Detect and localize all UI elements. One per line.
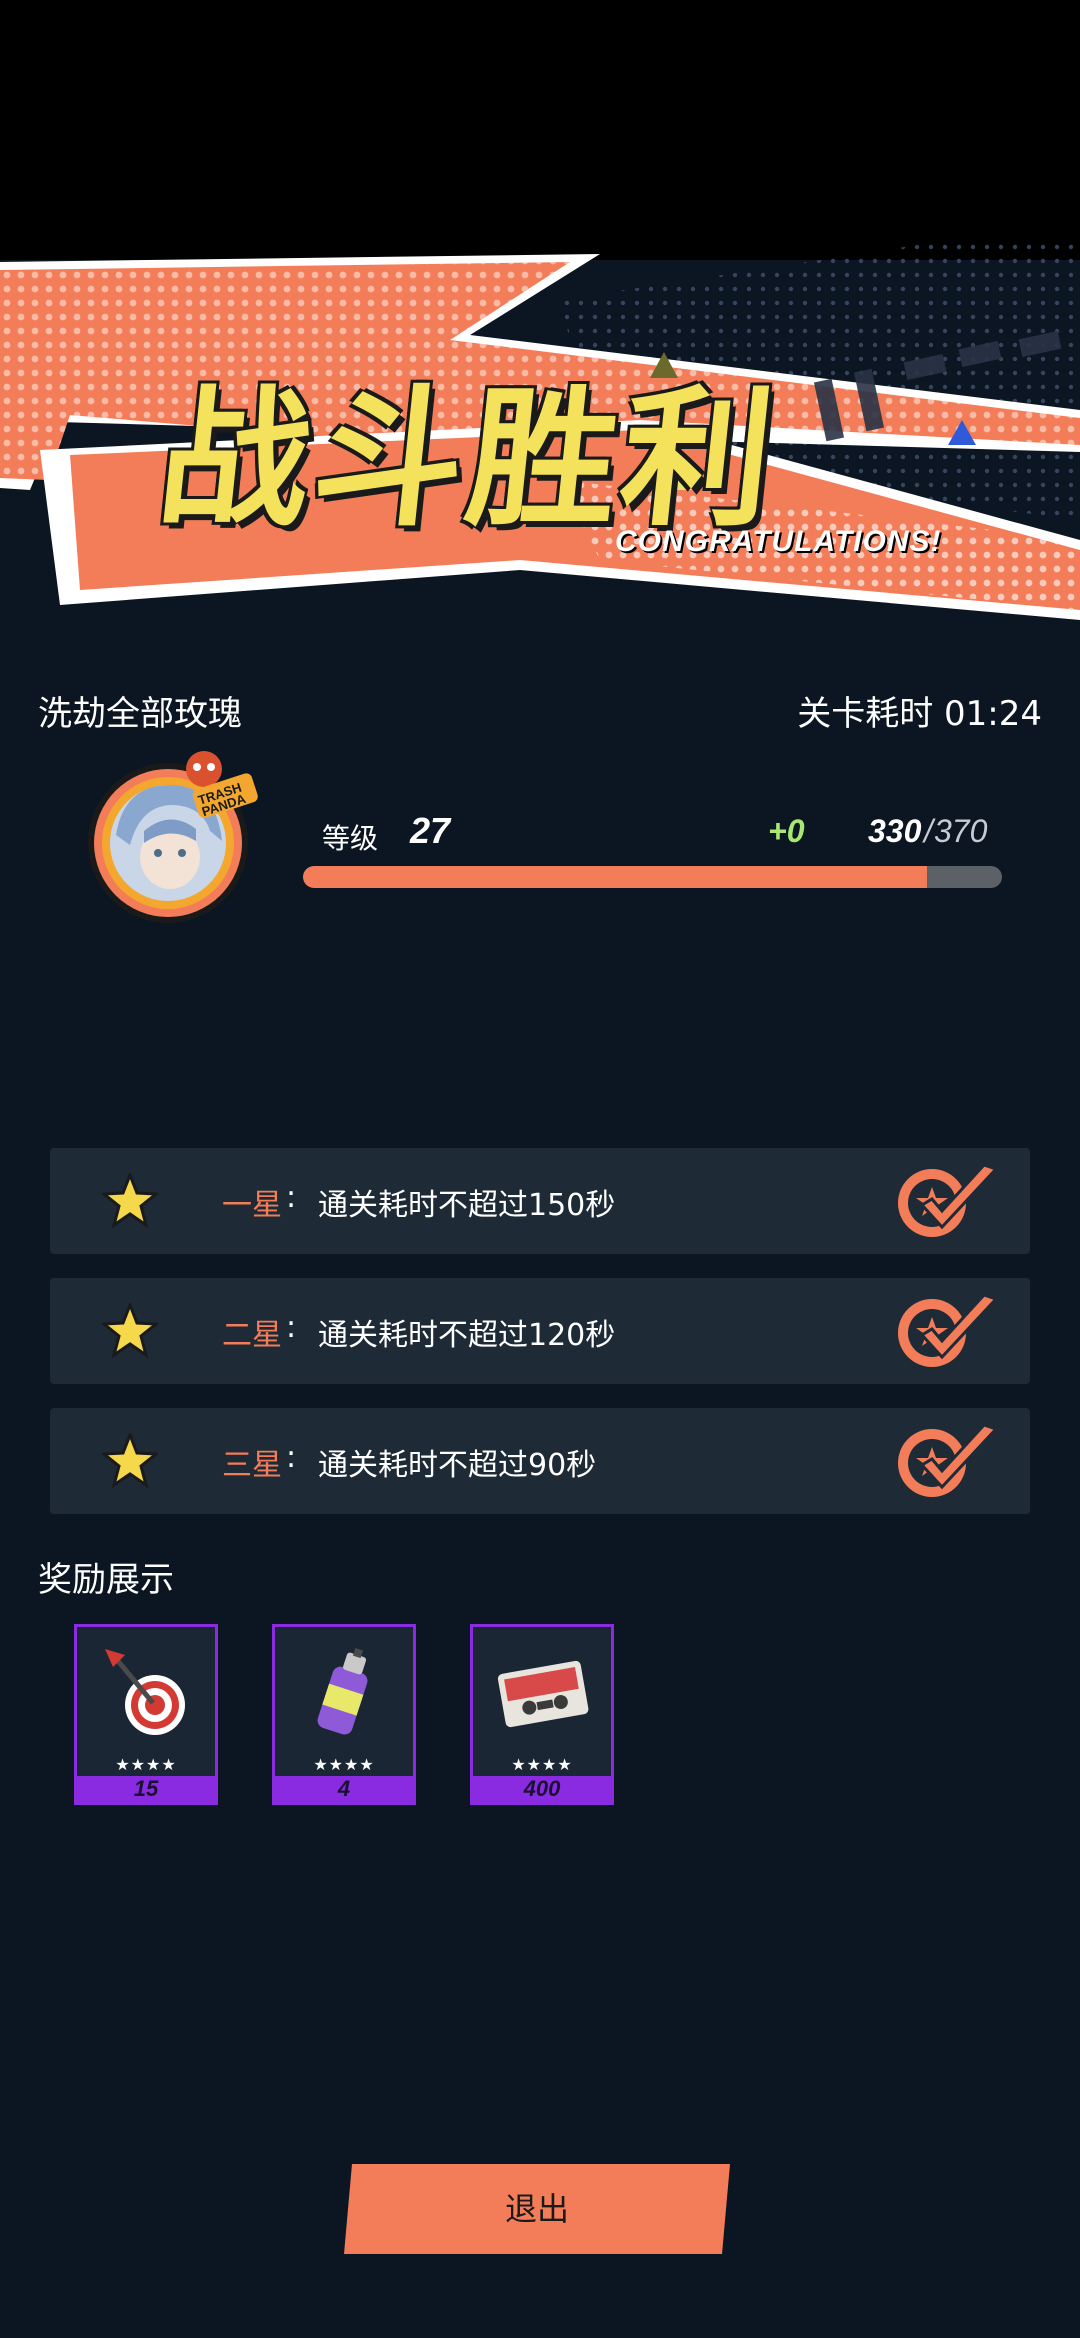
objective-colon: : (286, 1180, 297, 1215)
objective-text: 通关耗时不超过150秒 (318, 1188, 616, 1223)
stage-name: 洗劫全部玫瑰 (38, 694, 242, 734)
reward-item[interactable]: ★★★★ 4 (272, 1624, 416, 1805)
top-backdrop (0, 0, 1080, 260)
reward-quantity: 4 (337, 1776, 351, 1801)
reward-stars: ★★★★ (511, 1755, 573, 1774)
reward-quantity-bar: 4 (275, 1776, 413, 1802)
rewards-title: 奖励展示 (38, 1560, 174, 1600)
exp-separator: / (924, 813, 933, 849)
level-label: 等级 (322, 822, 379, 855)
spray-can-icon (317, 1648, 368, 1735)
reward-stars: ★★★★ (115, 1755, 177, 1774)
objective-colon: : (286, 1440, 297, 1475)
objective-row: 三星 : 通关耗时不超过90秒 (50, 1408, 1030, 1514)
reward-item[interactable]: ★★★★ 15 (74, 1624, 218, 1805)
level-value: 27 (410, 810, 451, 851)
reward-item[interactable]: ★★★★ 400 (470, 1624, 614, 1805)
exit-button-label: 退出 (504, 2190, 569, 2228)
star-icon (102, 1173, 158, 1229)
victory-title: 战斗胜利 (150, 373, 786, 547)
completed-check-icon (898, 1163, 999, 1237)
objective-text: 通关耗时不超过90秒 (318, 1448, 597, 1483)
reward-quantity: 15 (133, 1776, 159, 1801)
dart-target-icon (105, 1649, 185, 1735)
exp-max: 370 (934, 813, 988, 849)
objective-row: 二星 : 通关耗时不超过120秒 (50, 1278, 1030, 1384)
exp-progress-bar (303, 866, 1002, 888)
cassette-tape-icon (497, 1660, 589, 1728)
player-avatar: TRASH PANDA (88, 751, 258, 923)
completed-check-icon (898, 1293, 999, 1367)
objective-text: 通关耗时不超过120秒 (318, 1318, 616, 1353)
exit-button[interactable]: 退出 (344, 2164, 730, 2254)
completed-check-icon (898, 1423, 999, 1497)
objective-row: 一星 : 通关耗时不超过150秒 (50, 1148, 1030, 1254)
star-icon (102, 1303, 158, 1359)
objective-label: 二星 (222, 1318, 282, 1353)
stage-time: 关卡耗时 01:24 (797, 694, 1042, 734)
star-icon (102, 1433, 158, 1489)
reward-quantity-bar: 15 (77, 1776, 215, 1802)
reward-quantity: 400 (523, 1776, 561, 1801)
objective-label: 一星 (222, 1188, 282, 1223)
exp-gain: +0 (768, 813, 805, 849)
reward-stars: ★★★★ (313, 1755, 375, 1774)
reward-quantity-bar: 400 (473, 1776, 611, 1802)
objective-colon: : (286, 1310, 297, 1345)
victory-subtitle: CONGRATULATIONS! (615, 525, 942, 558)
exp-progress-fill (303, 866, 927, 888)
objective-label: 三星 (222, 1448, 282, 1483)
exp-current: 330 (868, 813, 922, 849)
